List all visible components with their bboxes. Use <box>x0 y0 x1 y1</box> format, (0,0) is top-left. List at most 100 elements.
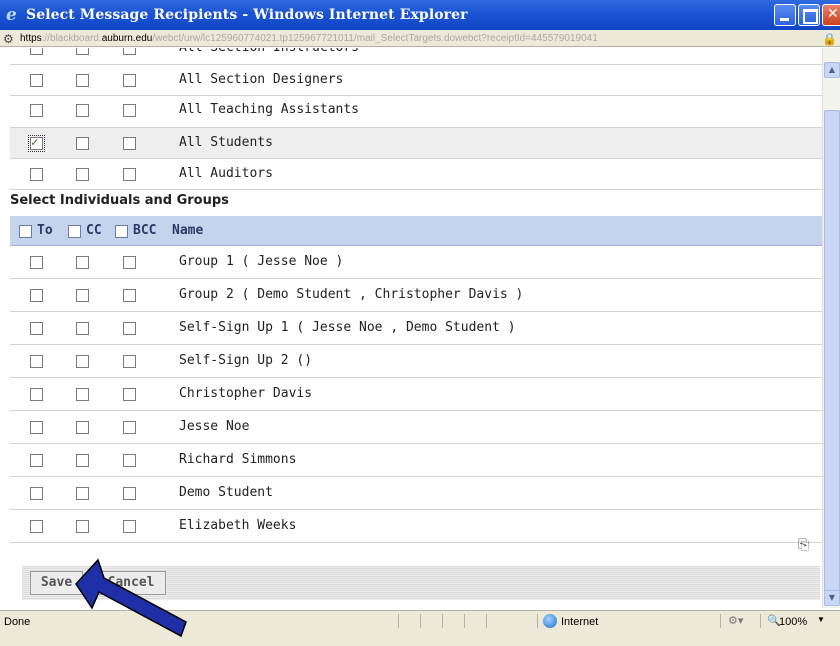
select-all-cc-checkbox[interactable] <box>68 225 81 238</box>
cancel-button[interactable]: Cancel <box>96 571 166 595</box>
internet-zone-icon <box>543 614 557 628</box>
security-zone-label: Internet <box>561 616 599 628</box>
recipient-name: Demo Student <box>179 485 273 500</box>
recipient-name: Christopher Davis <box>179 386 313 401</box>
maximize-button[interactable] <box>798 4 820 26</box>
role-label: All Section Designers <box>179 72 344 87</box>
cc-checkbox[interactable] <box>76 137 89 150</box>
bcc-checkbox[interactable] <box>123 520 136 533</box>
cc-checkbox[interactable] <box>76 454 89 467</box>
bcc-checkbox[interactable] <box>123 256 136 269</box>
cc-checkbox[interactable] <box>76 388 89 401</box>
recipient-name: Elizabeth Weeks <box>179 518 297 533</box>
site-icon: ⚙ <box>3 32 14 46</box>
to-checkbox[interactable] <box>30 520 43 533</box>
recipient-row[interactable]: Self-Sign Up 2 () <box>10 345 822 378</box>
to-checkbox[interactable] <box>28 135 45 152</box>
cc-checkbox[interactable] <box>76 104 89 117</box>
bcc-checkbox[interactable] <box>123 454 136 467</box>
recipient-row[interactable]: Group 1 ( Jesse Noe ) <box>10 246 822 279</box>
bcc-checkbox[interactable] <box>123 388 136 401</box>
header-cc-label: CC <box>86 223 102 238</box>
close-button[interactable] <box>822 4 840 26</box>
role-row[interactable]: All Teaching Assistants <box>10 95 822 128</box>
recipient-row[interactable]: Elizabeth Weeks <box>10 510 822 543</box>
protected-mode-icon[interactable]: ⚙▾ <box>728 614 743 627</box>
to-checkbox[interactable] <box>30 168 43 181</box>
bcc-checkbox[interactable] <box>123 487 136 500</box>
bcc-checkbox[interactable] <box>123 104 136 117</box>
bcc-checkbox[interactable] <box>123 421 136 434</box>
recipient-row[interactable]: Christopher Davis <box>10 378 822 411</box>
bcc-checkbox[interactable] <box>123 137 136 150</box>
to-checkbox[interactable] <box>30 487 43 500</box>
to-checkbox[interactable] <box>30 48 43 55</box>
cc-checkbox[interactable] <box>76 168 89 181</box>
cc-checkbox[interactable] <box>76 520 89 533</box>
address-bar[interactable]: ⚙ https://blackboard.auburn.edu/webct/ur… <box>0 30 840 47</box>
to-checkbox[interactable] <box>30 104 43 117</box>
recipient-name: Self-Sign Up 1 ( Jesse Noe , Demo Studen… <box>179 320 516 335</box>
role-label: All Section Instructors <box>179 48 359 55</box>
url-text: https://blackboard.auburn.edu/webct/urw/… <box>20 33 598 44</box>
to-checkbox[interactable] <box>30 355 43 368</box>
bcc-checkbox[interactable] <box>123 168 136 181</box>
copy-icon[interactable]: ⎘ <box>798 537 814 553</box>
recipient-row[interactable]: Demo Student <box>10 477 822 510</box>
lock-icon[interactable]: 🔒 <box>822 31 837 46</box>
recipient-name: Group 1 ( Jesse Noe ) <box>179 254 344 269</box>
title-bar: e Select Message Recipients - Windows In… <box>0 0 840 30</box>
bcc-checkbox[interactable] <box>123 74 136 87</box>
select-all-to-checkbox[interactable] <box>19 225 32 238</box>
recipient-row[interactable]: Group 2 ( Demo Student , Christopher Dav… <box>10 279 822 312</box>
vertical-scrollbar[interactable]: ▲ ▼ <box>822 48 840 608</box>
bcc-checkbox[interactable] <box>123 355 136 368</box>
role-label: All Students <box>179 135 273 150</box>
recipient-name: Richard Simmons <box>179 452 297 467</box>
cc-checkbox[interactable] <box>76 322 89 335</box>
select-all-bcc-checkbox[interactable] <box>115 225 128 238</box>
recipient-row[interactable]: Jesse Noe <box>10 411 822 444</box>
cc-checkbox[interactable] <box>76 355 89 368</box>
status-bar: Done Internet ⚙▾ 🔍 100% ▼ <box>0 610 840 646</box>
save-button[interactable]: Save <box>30 571 83 595</box>
role-label: All Teaching Assistants <box>179 102 360 117</box>
header-name-label: Name <box>172 223 204 238</box>
window-title: Select Message Recipients - Windows Inte… <box>26 7 468 23</box>
cc-checkbox[interactable] <box>76 48 89 55</box>
role-row[interactable]: All Auditors <box>10 159 822 190</box>
to-checkbox[interactable] <box>30 454 43 467</box>
bcc-checkbox[interactable] <box>123 48 136 55</box>
role-row[interactable]: All Section Designers <box>10 65 822 96</box>
bcc-checkbox[interactable] <box>123 322 136 335</box>
cc-checkbox[interactable] <box>76 256 89 269</box>
header-to-label: To <box>37 223 53 238</box>
to-checkbox[interactable] <box>30 322 43 335</box>
role-row[interactable]: All Students <box>10 128 822 159</box>
to-checkbox[interactable] <box>30 74 43 87</box>
recipient-name: Self-Sign Up 2 () <box>179 353 313 368</box>
minimize-button[interactable] <box>774 4 796 26</box>
to-checkbox[interactable] <box>30 421 43 434</box>
status-text: Done <box>4 616 31 628</box>
internet-explorer-icon: e <box>6 5 17 25</box>
cc-checkbox[interactable] <box>76 74 89 87</box>
scroll-down-icon[interactable]: ▼ <box>824 590 840 606</box>
zoom-dropdown-icon[interactable]: ▼ <box>817 615 825 624</box>
to-checkbox[interactable] <box>30 289 43 302</box>
scroll-thumb[interactable] <box>824 110 840 604</box>
cc-checkbox[interactable] <box>76 421 89 434</box>
section-title: Select Individuals and Groups <box>10 193 229 208</box>
cc-checkbox[interactable] <box>76 289 89 302</box>
recipient-row[interactable]: Self-Sign Up 1 ( Jesse Noe , Demo Studen… <box>10 312 822 345</box>
recipient-name: Group 2 ( Demo Student , Christopher Dav… <box>179 287 524 302</box>
recipients-table-header: To CC BCC Name <box>10 216 822 246</box>
to-checkbox[interactable] <box>30 256 43 269</box>
scroll-up-icon[interactable]: ▲ <box>824 62 840 78</box>
zoom-level[interactable]: 100% <box>779 616 807 628</box>
bcc-checkbox[interactable] <box>123 289 136 302</box>
cc-checkbox[interactable] <box>76 487 89 500</box>
recipient-row[interactable]: Richard Simmons <box>10 444 822 477</box>
content-area: All Section Instructors All Section Desig… <box>0 48 822 608</box>
to-checkbox[interactable] <box>30 388 43 401</box>
